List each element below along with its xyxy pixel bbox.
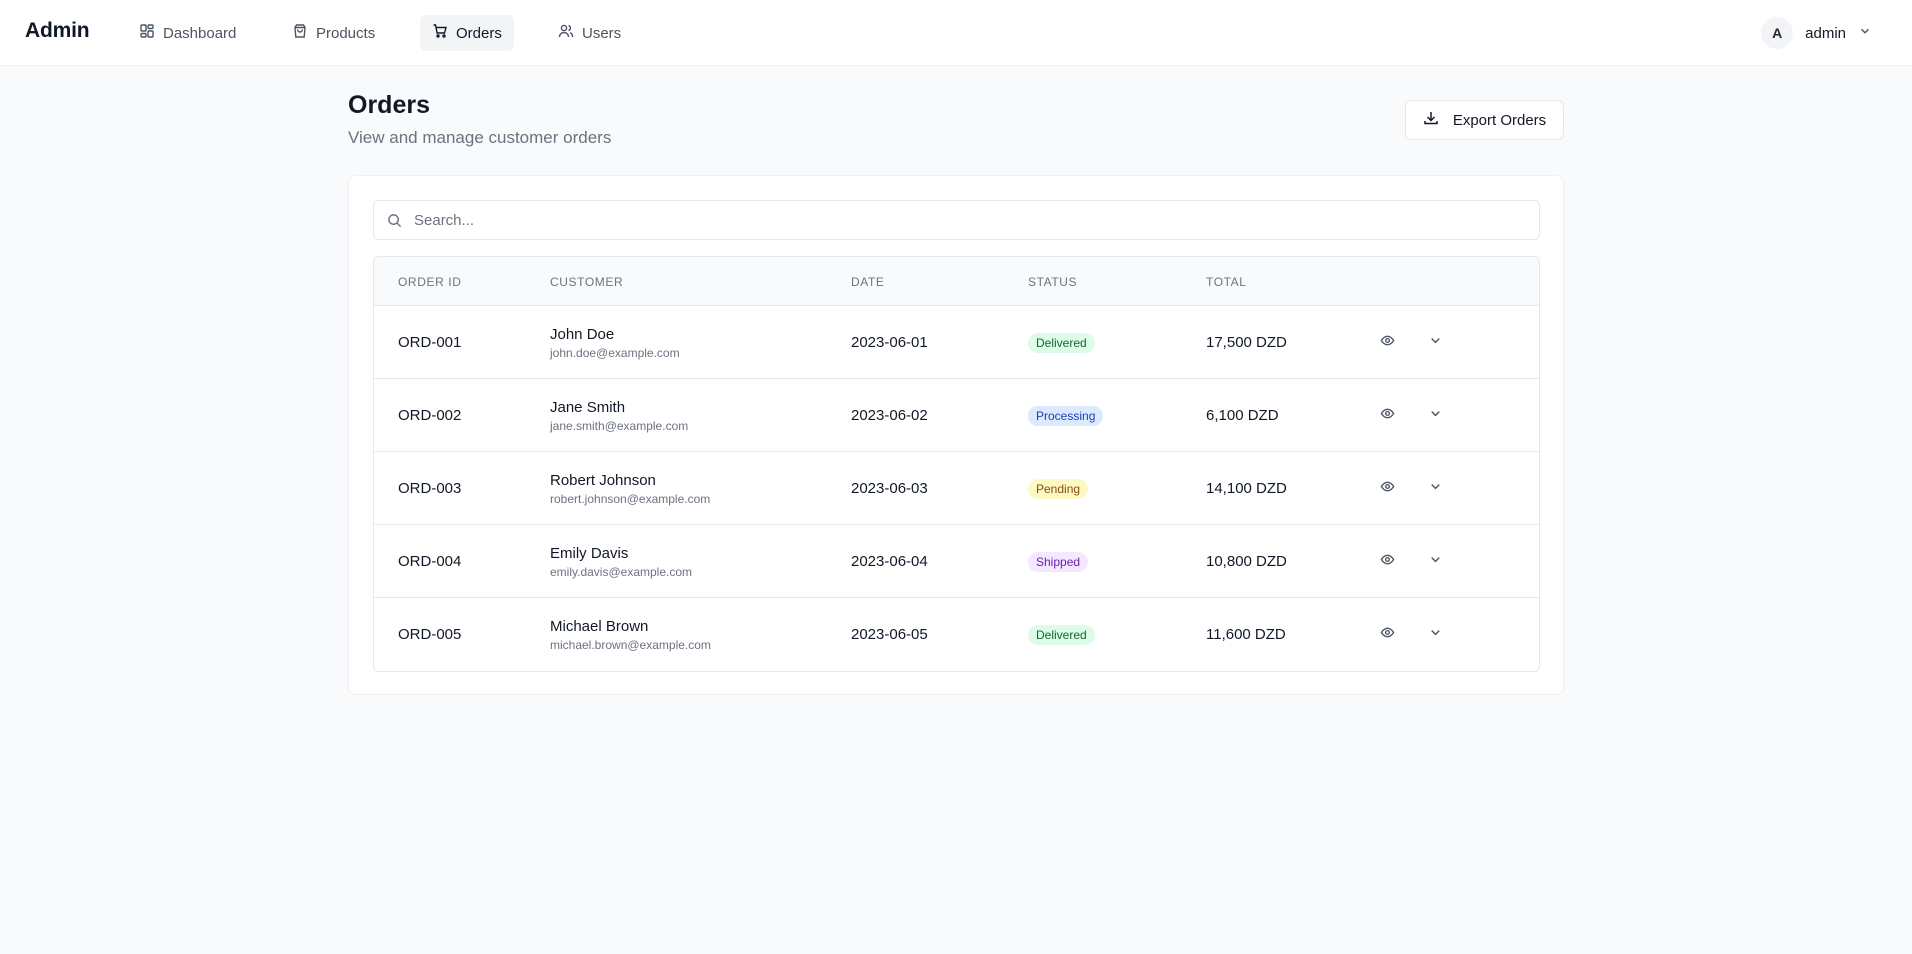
search-input[interactable] (414, 202, 1514, 238)
column-header-status: Status (1028, 275, 1078, 289)
customer-email: john.doe@example.com (550, 346, 680, 360)
expand-row-button[interactable] (1422, 549, 1448, 575)
status-badge: Shipped (1028, 552, 1089, 572)
order-id: ORD-005 (398, 626, 462, 643)
orders-table: Order ID Customer Date Status Total ORD-… (373, 256, 1540, 672)
column-header-customer: Customer (550, 275, 624, 289)
search-box (373, 200, 1540, 240)
chevron-down-icon (1858, 24, 1872, 43)
dashboard-icon (139, 23, 155, 43)
nav-item-label: Dashboard (163, 24, 237, 42)
table-row[interactable]: ORD-001 John Doe john.doe@example.com 20… (374, 306, 1539, 379)
customer-name: Michael Brown (550, 618, 649, 635)
customer-email: robert.johnson@example.com (550, 492, 711, 506)
order-date: 2023-06-01 (851, 334, 928, 351)
user-menu[interactable]: A admin (1761, 17, 1872, 49)
order-date: 2023-06-02 (851, 407, 928, 424)
eye-icon (1380, 479, 1395, 499)
customer-name: Emily Davis (550, 545, 629, 562)
user-name: admin (1805, 24, 1846, 42)
order-id: ORD-001 (398, 334, 462, 351)
nav-item-users[interactable]: Users (546, 15, 633, 51)
nav-item-dashboard[interactable]: Dashboard (127, 15, 248, 51)
customer-name: Jane Smith (550, 399, 626, 416)
view-order-button[interactable] (1374, 476, 1400, 502)
expand-row-button[interactable] (1422, 622, 1448, 648)
order-total: 6,100 DZD (1206, 407, 1279, 424)
table-header: Order ID Customer Date Status Total (374, 257, 1539, 306)
nav-item-label: Users (582, 24, 622, 42)
order-total: 14,100 DZD (1206, 480, 1287, 497)
column-header-order-id: Order ID (398, 275, 462, 289)
chevron-down-icon (1428, 552, 1443, 572)
status-badge: Pending (1028, 479, 1089, 499)
order-total: 10,800 DZD (1206, 553, 1287, 570)
expand-row-button[interactable] (1422, 330, 1448, 356)
nav-item-products[interactable]: Products (280, 15, 387, 51)
brand-logo[interactable]: Admin (25, 19, 90, 43)
table-row[interactable]: ORD-005 Michael Brown michael.brown@exam… (374, 598, 1539, 671)
customer-email: michael.brown@example.com (550, 638, 711, 652)
view-order-button[interactable] (1374, 549, 1400, 575)
nav-item-orders[interactable]: Orders (420, 15, 514, 51)
status-badge: Processing (1028, 406, 1104, 426)
eye-icon (1380, 406, 1395, 426)
customer-name: Robert Johnson (550, 472, 656, 489)
column-header-date: Date (851, 275, 885, 289)
customer-name: John Doe (550, 326, 615, 343)
users-icon (558, 23, 574, 43)
expand-row-button[interactable] (1422, 403, 1448, 429)
view-order-button[interactable] (1374, 330, 1400, 356)
order-date: 2023-06-05 (851, 626, 928, 643)
nav-item-label: Products (316, 24, 376, 42)
chevron-down-icon (1428, 479, 1443, 499)
export-orders-button[interactable]: Export Orders (1405, 100, 1564, 140)
column-header-total: Total (1206, 275, 1247, 289)
status-badge: Delivered (1028, 333, 1095, 353)
chevron-down-icon (1428, 406, 1443, 426)
table-row[interactable]: ORD-004 Emily Davis emily.davis@example.… (374, 525, 1539, 598)
order-total: 17,500 DZD (1206, 334, 1287, 351)
page-subtitle: View and manage customer orders (348, 128, 612, 147)
status-badge: Delivered (1028, 625, 1095, 645)
chevron-down-icon (1428, 333, 1443, 353)
nav-item-label: Orders (456, 24, 502, 42)
order-id: ORD-002 (398, 407, 462, 424)
view-order-button[interactable] (1374, 403, 1400, 429)
cart-icon (432, 23, 448, 43)
eye-icon (1380, 625, 1395, 645)
order-date: 2023-06-04 (851, 553, 928, 570)
customer-email: emily.davis@example.com (550, 565, 693, 579)
page-title: Orders (348, 91, 430, 119)
download-icon (1423, 110, 1439, 130)
top-navbar: Admin Dashboard Products Orders Users A … (0, 0, 1912, 66)
order-id: ORD-004 (398, 553, 462, 570)
expand-row-button[interactable] (1422, 476, 1448, 502)
eye-icon (1380, 552, 1395, 572)
table-row[interactable]: ORD-002 Jane Smith jane.smith@example.co… (374, 379, 1539, 452)
order-id: ORD-003 (398, 480, 462, 497)
view-order-button[interactable] (1374, 622, 1400, 648)
table-row[interactable]: ORD-003 Robert Johnson robert.johnson@ex… (374, 452, 1539, 525)
eye-icon (1380, 333, 1395, 353)
shopping-bag-icon (292, 23, 308, 43)
order-date: 2023-06-03 (851, 480, 928, 497)
avatar: A (1761, 17, 1794, 49)
chevron-down-icon (1428, 625, 1443, 645)
customer-email: jane.smith@example.com (550, 419, 689, 433)
order-total: 11,600 DZD (1206, 626, 1286, 643)
orders-card: Order ID Customer Date Status Total ORD-… (348, 175, 1564, 695)
export-button-label: Export Orders (1452, 111, 1547, 129)
